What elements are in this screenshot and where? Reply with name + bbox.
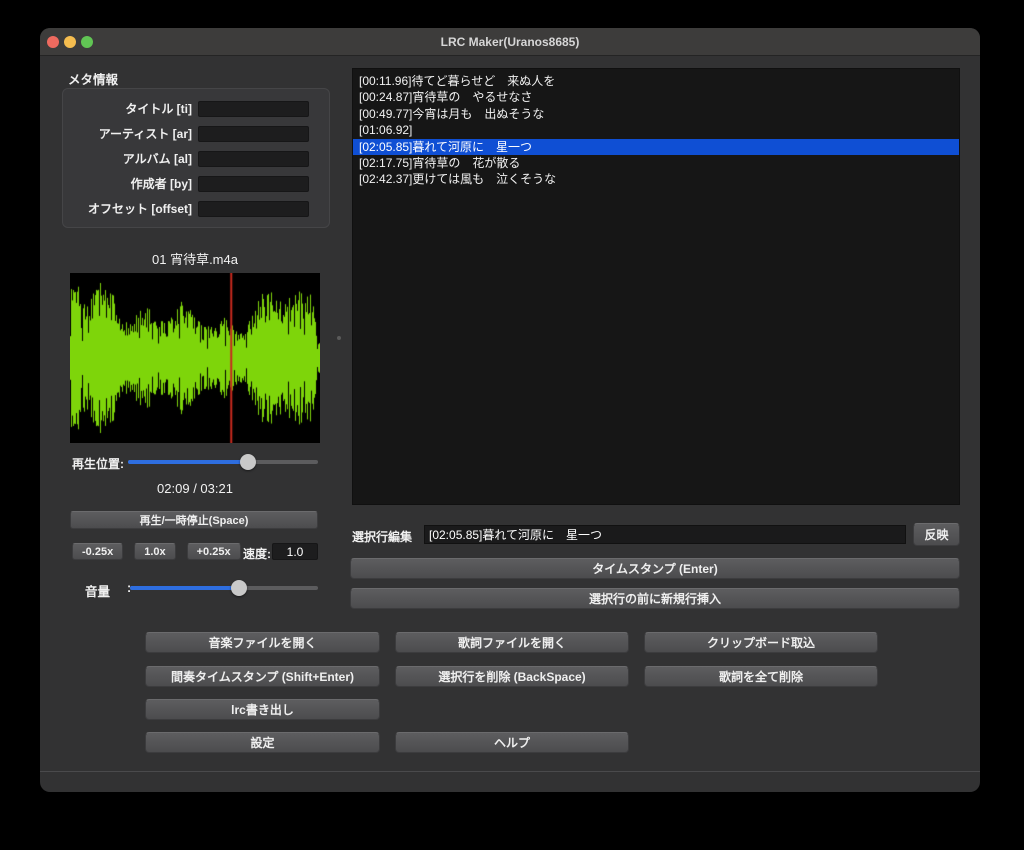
artist-input[interactable] xyxy=(198,126,309,142)
clipboard-import-button[interactable]: クリップボード取込 xyxy=(644,632,878,653)
lyric-line[interactable]: [02:42.37]更けては風も 泣くそうな xyxy=(353,171,959,187)
audio-file-name: 01 宵待草.m4a xyxy=(70,249,320,268)
settings-button[interactable]: 設定 xyxy=(145,732,380,753)
lyric-line[interactable]: [00:24.87]宵待草の やるせなさ xyxy=(353,89,959,105)
title-bar: LRC Maker(Uranos8685) xyxy=(40,28,980,56)
interlude-timestamp-button[interactable]: 間奏タイムスタンプ (Shift+Enter) xyxy=(145,666,380,687)
open-lyrics-file-button[interactable]: 歌詞ファイルを開く xyxy=(395,632,629,653)
playback-position-label: 再生位置: xyxy=(72,455,124,472)
meta-field-row: 作成者 [by] xyxy=(71,175,309,192)
slider-thumb[interactable] xyxy=(231,580,247,596)
playback-position-slider[interactable] xyxy=(128,454,318,470)
creator-label: 作成者 [by] xyxy=(131,175,192,192)
album-input[interactable] xyxy=(198,151,309,167)
window-title: LRC Maker(Uranos8685) xyxy=(40,28,980,56)
lyric-line[interactable]: [00:11.96]待てど暮らせど 来ぬ人を xyxy=(353,73,959,89)
bottom-divider xyxy=(40,771,980,772)
speed-button-row: -0.25x 1.0x +0.25x xyxy=(72,543,241,560)
play-pause-button[interactable]: 再生/一時停止(Space) xyxy=(70,511,318,529)
volume-slider[interactable] xyxy=(130,580,318,596)
apply-button[interactable]: 反映 xyxy=(913,523,960,546)
insert-line-before-button[interactable]: 選択行の前に新規行挿入 xyxy=(350,588,960,609)
album-label: アルバム [al] xyxy=(123,150,192,167)
lyrics-list: [00:11.96]待てど暮らせど 来ぬ人を[00:24.87]宵待草の やるせ… xyxy=(352,68,960,505)
slider-fill xyxy=(128,460,248,464)
slider-thumb[interactable] xyxy=(240,454,256,470)
time-display: 02:09 / 03:21 xyxy=(70,481,320,496)
meta-field-row: オフセット [offset] xyxy=(71,200,309,217)
speed-reset-button[interactable]: 1.0x xyxy=(134,543,175,560)
lyric-line[interactable]: [01:06.92] xyxy=(353,122,959,138)
meta-field-row: タイトル [ti] xyxy=(71,100,309,117)
open-music-file-button[interactable]: 音楽ファイルを開く xyxy=(145,632,380,653)
waveform-display xyxy=(70,273,320,443)
meta-field-row: アルバム [al] xyxy=(71,150,309,167)
speed-value-field[interactable] xyxy=(272,543,318,560)
creator-input[interactable] xyxy=(198,176,309,192)
title-input[interactable] xyxy=(198,101,309,117)
speed-label: 速度: xyxy=(243,545,271,562)
delete-selected-line-button[interactable]: 選択行を削除 (BackSpace) xyxy=(395,666,629,687)
edit-selected-line-label: 選択行編集 xyxy=(352,528,412,545)
offset-input[interactable] xyxy=(198,201,309,217)
speed-up-button[interactable]: +0.25x xyxy=(187,543,241,560)
export-lrc-button[interactable]: lrc書き出し xyxy=(145,699,380,720)
meta-info-groupbox: タイトル [ti] アーティスト [ar] アルバム [al] 作成者 [by] オフセ… xyxy=(62,88,330,228)
edit-selected-line-input[interactable] xyxy=(424,525,906,544)
slider-fill xyxy=(130,586,239,590)
meta-field-row: アーティスト [ar] xyxy=(71,125,309,142)
splitter-handle-dot[interactable] xyxy=(337,336,341,340)
lyric-line[interactable]: [02:05.85]暮れて河原に 星一つ xyxy=(353,139,959,155)
speed-down-button[interactable]: -0.25x xyxy=(72,543,123,560)
title-label: タイトル [ti] xyxy=(125,100,192,117)
lyric-line[interactable]: [02:17.75]宵待草の 花が散る xyxy=(353,155,959,171)
lyric-line[interactable]: [00:49.77]今宵は月も 出ぬそうな xyxy=(353,106,959,122)
delete-all-lyrics-button[interactable]: 歌詞を全て削除 xyxy=(644,666,878,687)
timestamp-button[interactable]: タイムスタンプ (Enter) xyxy=(350,558,960,579)
volume-label: 音量 xyxy=(85,581,110,600)
app-window: LRC Maker(Uranos8685) メタ情報 タイトル [ti] アーティ… xyxy=(40,28,980,792)
offset-label: オフセット [offset] xyxy=(88,200,192,217)
meta-info-header: メタ情報 xyxy=(68,69,118,88)
help-button[interactable]: ヘルプ xyxy=(395,732,629,753)
artist-label: アーティスト [ar] xyxy=(99,125,192,142)
